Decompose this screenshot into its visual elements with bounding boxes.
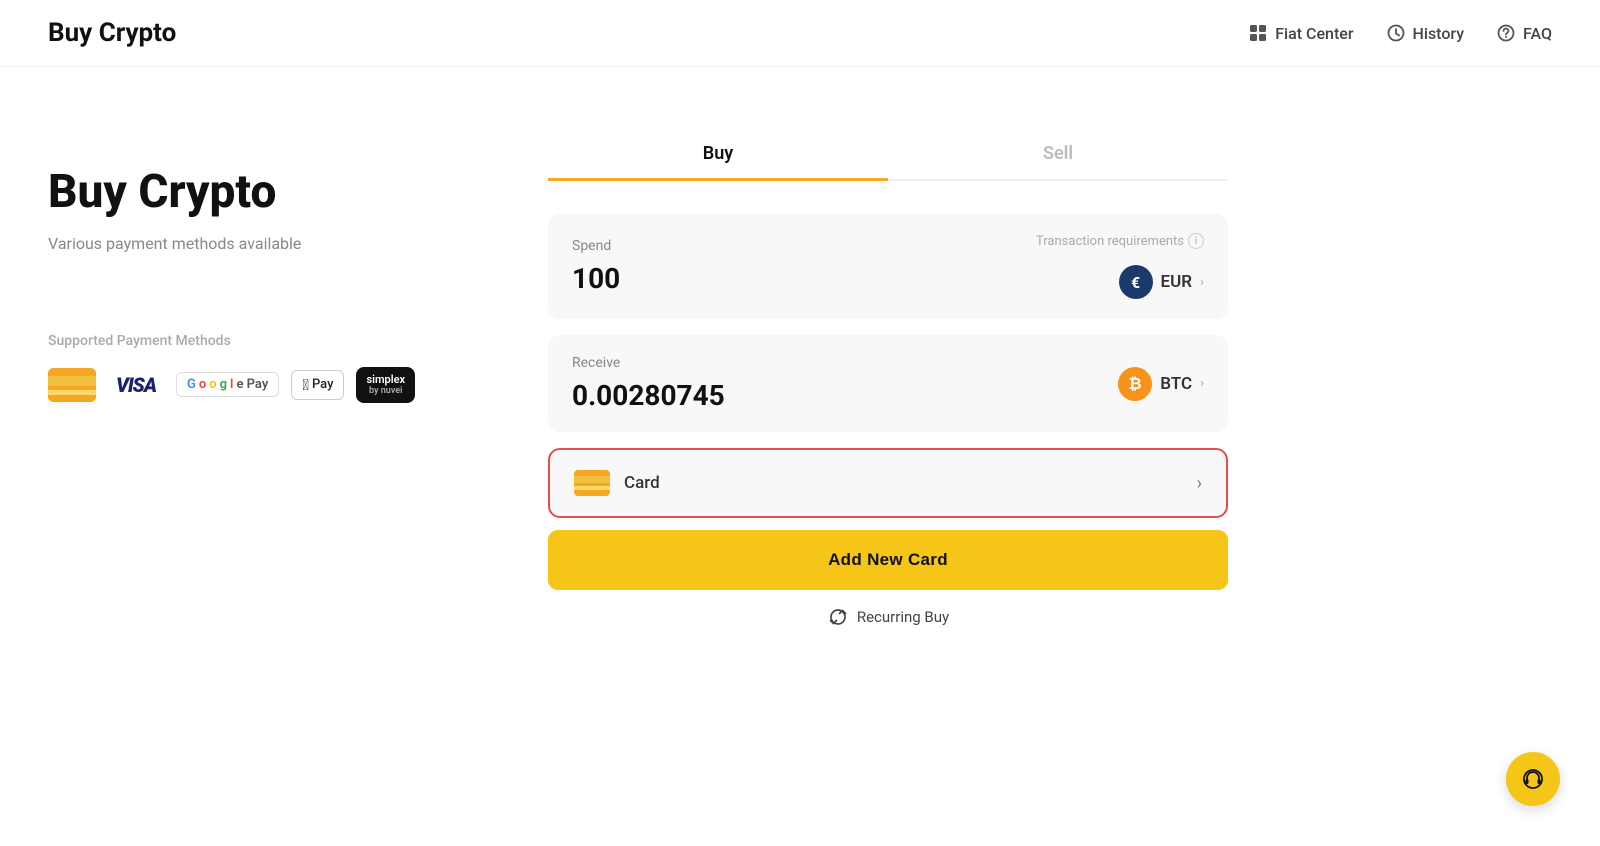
spend-value[interactable]: 100	[572, 262, 620, 295]
hero-subtitle: Various payment methods available	[48, 234, 468, 253]
recurring-buy-label: Recurring Buy	[857, 608, 949, 626]
info-icon[interactable]: i	[1188, 233, 1204, 249]
question-icon	[1496, 23, 1516, 43]
hero-title: Buy Crypto	[48, 167, 468, 218]
gpay-payment-icon: Google Pay	[176, 365, 279, 405]
history-icon	[1386, 23, 1406, 43]
add-new-card-button[interactable]: Add New Card	[548, 530, 1228, 590]
btc-chevron: ›	[1200, 376, 1204, 391]
receive-card: Receive 0.00280745 ₿ BTC ›	[548, 335, 1228, 432]
faq-label: FAQ	[1523, 24, 1552, 43]
pm-left: Card	[574, 470, 660, 496]
pm-card-icon	[574, 470, 610, 496]
btc-name: BTC	[1160, 374, 1192, 394]
faq-nav[interactable]: FAQ	[1496, 23, 1552, 43]
card-icon	[48, 368, 96, 402]
fiat-center-label: Fiat Center	[1275, 24, 1353, 43]
payment-methods-label: Supported Payment Methods	[48, 333, 468, 349]
receive-right: ₿ BTC ›	[1118, 367, 1204, 401]
applepay-icon:  Pay	[291, 370, 344, 400]
simplex-payment-icon: simplex by nuvei	[356, 365, 415, 405]
transaction-req-label: Transaction requirements	[1036, 234, 1184, 249]
history-label: History	[1413, 24, 1465, 43]
spend-left: Spend 100	[572, 238, 620, 295]
support-fab[interactable]	[1506, 752, 1560, 806]
grid-icon	[1248, 23, 1268, 43]
header-nav: Fiat Center History FAQ	[1248, 23, 1552, 43]
left-panel: Buy Crypto Various payment methods avail…	[48, 127, 468, 787]
spend-label: Spend	[572, 238, 620, 254]
gpay-icon: Google Pay	[176, 372, 279, 397]
receive-left: Receive 0.00280745	[572, 355, 725, 412]
spend-card: Spend 100 Transaction requirements i € E…	[548, 213, 1228, 319]
visa-payment-icon: VISA	[108, 365, 164, 405]
payment-icons-row: VISA Google Pay  Pay simplex by nuvei	[48, 365, 468, 405]
eur-name: EUR	[1161, 272, 1193, 292]
simplex-icon: simplex by nuvei	[356, 367, 415, 403]
recurring-icon	[827, 606, 849, 628]
spend-right: Transaction requirements i € EUR ›	[1036, 233, 1204, 299]
eur-chevron: ›	[1200, 275, 1204, 290]
receive-label: Receive	[572, 355, 725, 371]
history-nav[interactable]: History	[1386, 23, 1465, 43]
page-title: Buy Crypto	[48, 18, 176, 48]
btc-icon: ₿	[1118, 367, 1152, 401]
eur-currency-selector[interactable]: € EUR ›	[1119, 265, 1204, 299]
tab-sell[interactable]: Sell	[888, 127, 1228, 181]
fiat-center-nav[interactable]: Fiat Center	[1248, 23, 1353, 43]
transaction-req-row: Transaction requirements i	[1036, 233, 1204, 249]
receive-section: Receive 0.00280745 ₿ BTC ›	[548, 335, 1228, 432]
applepay-payment-icon:  Pay	[291, 365, 344, 405]
pm-chevron-right: ›	[1197, 473, 1202, 494]
spend-section: Spend 100 Transaction requirements i € E…	[548, 213, 1228, 319]
visa-icon: VISA	[108, 371, 164, 399]
tab-buy[interactable]: Buy	[548, 127, 888, 181]
tab-bar: Buy Sell	[548, 127, 1228, 181]
recurring-buy-link[interactable]: Recurring Buy	[827, 606, 949, 628]
receive-value[interactable]: 0.00280745	[572, 379, 725, 412]
eur-icon: €	[1119, 265, 1153, 299]
main-content: Buy Crypto Various payment methods avail…	[0, 67, 1600, 827]
headset-icon	[1520, 766, 1546, 792]
right-panel: Buy Sell Spend 100 Transaction requireme…	[548, 127, 1228, 787]
payment-method-selector[interactable]: Card ›	[548, 448, 1228, 518]
btc-currency-selector[interactable]: ₿ BTC ›	[1118, 367, 1204, 401]
card-payment-icon	[48, 365, 96, 405]
header: Buy Crypto Fiat Center History	[0, 0, 1600, 67]
pm-label: Card	[624, 473, 660, 493]
